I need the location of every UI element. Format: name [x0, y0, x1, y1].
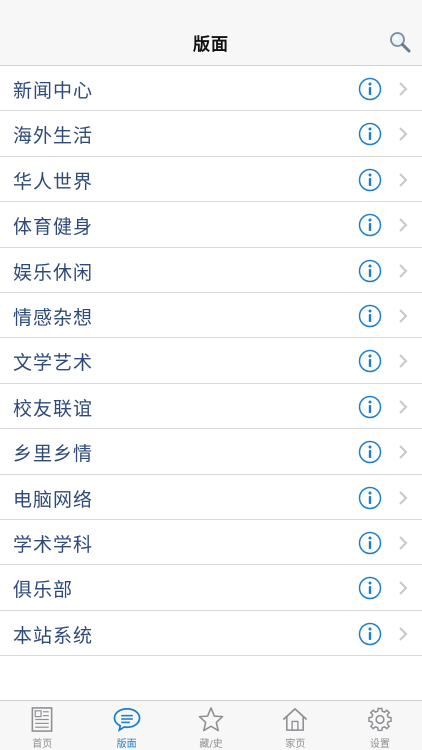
info-icon[interactable] — [358, 486, 382, 510]
gear-icon — [368, 707, 392, 732]
page-title: 版面 — [193, 35, 229, 55]
info-icon[interactable] — [358, 122, 382, 146]
tab-homepage[interactable]: 家页 — [253, 701, 337, 750]
info-icon[interactable] — [358, 531, 382, 555]
list-item-label: 海外生活 — [13, 125, 94, 148]
list-item[interactable]: 情感杂想 — [0, 293, 422, 339]
list-item[interactable]: 新闻中心 — [0, 66, 422, 112]
info-icon[interactable] — [358, 622, 382, 646]
chevron-right-icon — [399, 445, 408, 459]
search-icon[interactable] — [388, 30, 412, 54]
list-item-label: 电脑网络 — [13, 488, 94, 511]
chevron-right-icon — [399, 218, 408, 232]
chevron-right-icon — [399, 581, 408, 596]
list-item[interactable]: 体育健身 — [0, 202, 422, 248]
chevron-right-icon — [399, 354, 408, 369]
list-item-label: 俱乐部 — [13, 579, 74, 602]
info-icon[interactable] — [358, 77, 382, 101]
list-item-label: 校友联谊 — [13, 397, 94, 420]
info-icon[interactable] — [358, 349, 382, 373]
list-item[interactable]: 娱乐休闲 — [0, 248, 422, 293]
chevron-right-icon — [399, 626, 408, 641]
info-icon[interactable] — [358, 304, 382, 328]
tab-boards[interactable]: 版面 — [84, 701, 168, 750]
tab-label: 首页 — [32, 739, 53, 750]
info-icon[interactable] — [358, 213, 382, 237]
info-icon[interactable] — [358, 440, 382, 464]
tab-label: 版面 — [116, 739, 137, 750]
list-item-label: 体育健身 — [13, 216, 94, 239]
forum-list: 新闻中心 海外生活 华人世界 体育健身 娱乐休闲 情感杂想 文学艺术 校友联谊 … — [0, 66, 422, 657]
list-item-label: 乡里乡情 — [13, 443, 94, 466]
chevron-right-icon — [399, 490, 408, 505]
chevron-right-icon — [399, 400, 408, 414]
tab-settings[interactable]: 设置 — [338, 701, 422, 750]
chevron-right-icon — [399, 173, 408, 187]
list-item[interactable]: 海外生活 — [0, 111, 422, 157]
chevron-right-icon — [399, 309, 408, 323]
list-item[interactable]: 校友联谊 — [0, 384, 422, 430]
tab-label: 家页 — [285, 739, 306, 750]
star-icon — [198, 707, 224, 732]
home-icon — [283, 708, 308, 731]
list-item-label: 情感杂想 — [13, 306, 94, 329]
list-item-label: 文学艺术 — [13, 352, 94, 375]
list-item[interactable]: 文学艺术 — [0, 338, 422, 384]
list-item-label: 华人世界 — [13, 170, 94, 193]
info-icon[interactable] — [358, 259, 382, 283]
info-icon[interactable] — [358, 395, 382, 419]
app-window: 版面 新闻中心 海外生活 华人世界 体育健身 娱乐休闲 情感杂想 文学艺术 校友… — [0, 0, 422, 750]
list-item[interactable]: 电脑网络 — [0, 475, 422, 520]
list-item-label: 娱乐休闲 — [13, 261, 94, 284]
chevron-right-icon — [399, 536, 408, 550]
navigation-bar: 版面 — [0, 0, 422, 66]
list-item[interactable]: 乡里乡情 — [0, 429, 422, 475]
list-item-label: 本站系统 — [13, 624, 94, 647]
tab-home[interactable]: 首页 — [0, 701, 84, 750]
info-icon[interactable] — [358, 168, 382, 192]
info-icon[interactable] — [358, 576, 382, 600]
chat-bubble-icon — [113, 708, 141, 732]
chevron-right-icon — [399, 82, 408, 96]
newspaper-icon — [31, 707, 53, 732]
list-item[interactable]: 俱乐部 — [0, 565, 422, 611]
list-item-label: 新闻中心 — [13, 80, 94, 102]
tab-label: 藏/史 — [199, 739, 223, 750]
list-item[interactable]: 学术学科 — [0, 520, 422, 566]
chevron-right-icon — [399, 127, 408, 142]
tab-bar: 首页 版面 藏/史 家页 设置 — [0, 700, 422, 750]
tab-favorites-history[interactable]: 藏/史 — [169, 701, 253, 750]
tab-label: 设置 — [369, 739, 390, 750]
list-item[interactable]: 华人世界 — [0, 157, 422, 203]
list-item-label: 学术学科 — [13, 533, 94, 556]
chevron-right-icon — [399, 263, 408, 278]
list-item[interactable]: 本站系统 — [0, 611, 422, 657]
